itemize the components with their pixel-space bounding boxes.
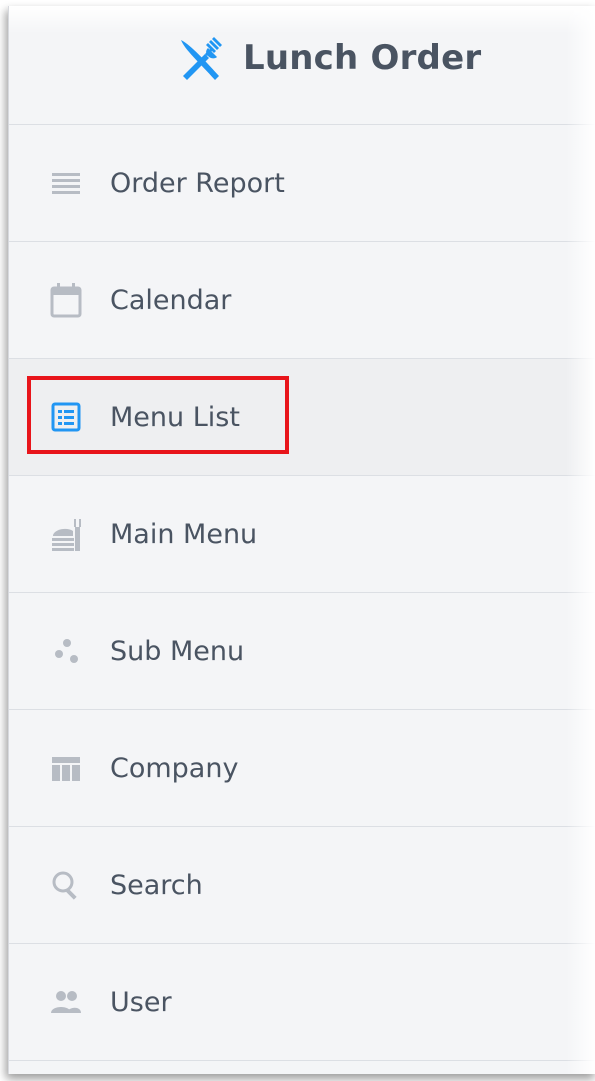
sidebar-item-label: Order Report (110, 167, 285, 199)
sidebar-item-user[interactable]: User (9, 944, 595, 1061)
sidebar-item-label: Calendar (110, 284, 232, 316)
sidebar-item-calendar[interactable]: Calendar (9, 242, 595, 359)
menu-list-icon (47, 398, 85, 436)
sidebar-item-search[interactable]: Search (9, 827, 595, 944)
sidebar-item-company[interactable]: Company (9, 710, 595, 827)
sidebar-item-menu-list[interactable]: Menu List (9, 359, 595, 476)
sidebar-item-label: Search (110, 869, 203, 901)
sidebar-item-label: User (110, 986, 172, 1018)
sidebar-item-label: Menu List (110, 401, 240, 433)
sidebar-item-order-report[interactable]: Order Report (9, 125, 595, 242)
dish-stack-icon (47, 515, 85, 553)
sidebar-item-sub-menu[interactable]: Sub Menu (9, 593, 595, 710)
calendar-icon (47, 281, 85, 319)
dots-cluster-icon (47, 632, 85, 670)
list-lines-icon (47, 164, 85, 202)
sidebar-item-label: Company (110, 752, 239, 784)
sidebar-item-label: Sub Menu (110, 635, 245, 667)
users-icon (47, 983, 85, 1021)
fork-knife-cross-icon (181, 37, 222, 80)
search-icon (47, 866, 85, 904)
sidebar-item-label: Main Menu (110, 518, 258, 550)
brand[interactable]: Lunch Order (175, 32, 481, 84)
sidebar-header: Lunch Order (9, 6, 595, 125)
building-table-icon (47, 749, 85, 787)
app-title: Lunch Order (243, 38, 482, 78)
sidebar-panel: Lunch Order Order Report Calendar Menu L… (8, 6, 595, 1074)
sidebar-item-main-menu[interactable]: Main Menu (9, 476, 595, 593)
